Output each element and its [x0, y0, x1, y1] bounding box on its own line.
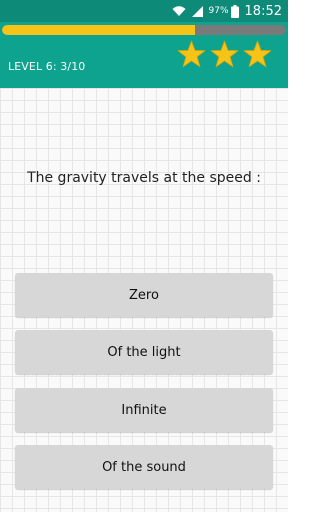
answer-label: Infinite — [121, 402, 167, 418]
level-label: LEVEL 6: — [8, 60, 57, 73]
star-rating — [177, 40, 272, 69]
signal-icon — [191, 5, 203, 17]
wifi-icon — [172, 5, 186, 17]
answer-button[interactable]: Zero — [15, 273, 273, 317]
battery-icon — [230, 4, 239, 18]
question-text: The gravity travels at the speed : — [27, 170, 261, 186]
level-progress-bar — [2, 25, 286, 35]
answer-button[interactable]: Of the sound — [15, 445, 273, 489]
star-icon — [243, 40, 272, 68]
question-counter: 3/10 — [60, 60, 86, 73]
level-indicator: LEVEL 6: 3/10 — [8, 60, 85, 73]
answer-label: Of the light — [107, 344, 181, 360]
battery-percent: 97% — [208, 6, 229, 16]
answer-button[interactable]: Infinite — [15, 388, 273, 432]
game-header: LEVEL 6: 3/10 — [0, 22, 288, 88]
star-icon — [210, 40, 239, 68]
level-progress-fill — [2, 25, 195, 35]
clock: 18:52 — [244, 3, 282, 19]
answer-label: Zero — [129, 287, 159, 303]
answer-label: Of the sound — [102, 459, 186, 475]
answer-button[interactable]: Of the light — [15, 330, 273, 374]
status-bar: 97% 18:52 — [0, 0, 288, 22]
star-icon — [177, 40, 206, 68]
